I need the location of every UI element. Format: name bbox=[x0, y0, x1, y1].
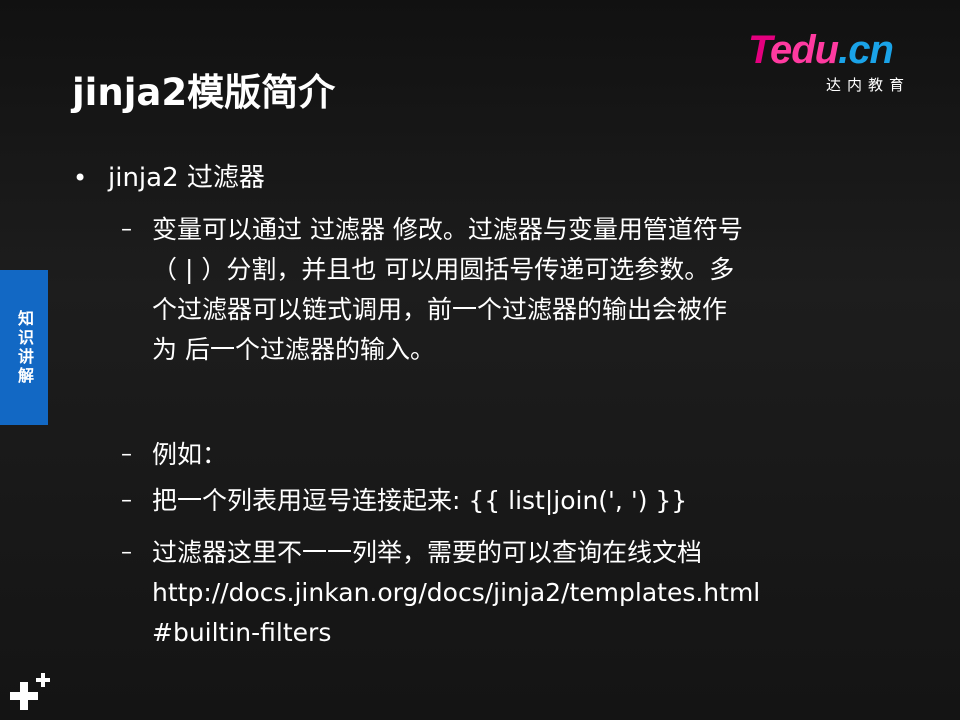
side-tab-label: 知识讲解 bbox=[15, 309, 34, 386]
description-line-4: 为 后一个过滤器的输入。 bbox=[152, 335, 435, 364]
dash-marker: – bbox=[121, 488, 132, 513]
bullet-dot: • bbox=[73, 164, 88, 192]
dash-marker: – bbox=[121, 540, 132, 565]
docs-url-anchor[interactable]: #builtin-filters bbox=[152, 613, 852, 653]
join-example: 把一个列表用逗号连接起来: {{ list|join(', ') }} bbox=[152, 486, 688, 515]
description-line-2: （ | ）分割，并且也 可以用圆括号传递可选参数。多 bbox=[152, 255, 735, 284]
bullet-heading: jinja2 过滤器 bbox=[108, 163, 265, 193]
plus-decoration-icon bbox=[10, 673, 50, 710]
logo-t: T bbox=[748, 28, 771, 72]
description-line-1: 变量可以通过 过滤器 修改。过滤器与变量用管道符号 bbox=[152, 215, 743, 244]
dash-marker: – bbox=[121, 442, 132, 467]
slide: Tedu.cn 达内教育 jinja2模版简介 知识讲解 • jinja2 过滤… bbox=[0, 0, 960, 720]
logo-cn: .cn bbox=[838, 28, 894, 72]
logo-edu: edu bbox=[769, 28, 839, 72]
logo-wordmark: Tedu.cn bbox=[748, 28, 894, 72]
docs-url[interactable]: http://docs.jinkan.org/docs/jinja2/templ… bbox=[152, 573, 852, 613]
tedu-logo: Tedu.cn 达内教育 bbox=[748, 28, 938, 98]
slide-title: jinja2模版简介 bbox=[72, 71, 336, 114]
side-tab: 知识讲解 bbox=[0, 270, 48, 425]
dash-marker: – bbox=[121, 217, 132, 242]
description-line-3: 个过滤器可以链式调用，前一个过滤器的输出会被作 bbox=[152, 295, 728, 324]
logo-subtitle: 达内教育 bbox=[826, 76, 911, 94]
docs-line-1: 过滤器这里不一一列举，需要的可以查询在线文档 bbox=[152, 538, 703, 567]
example-label: 例如： bbox=[152, 440, 228, 469]
